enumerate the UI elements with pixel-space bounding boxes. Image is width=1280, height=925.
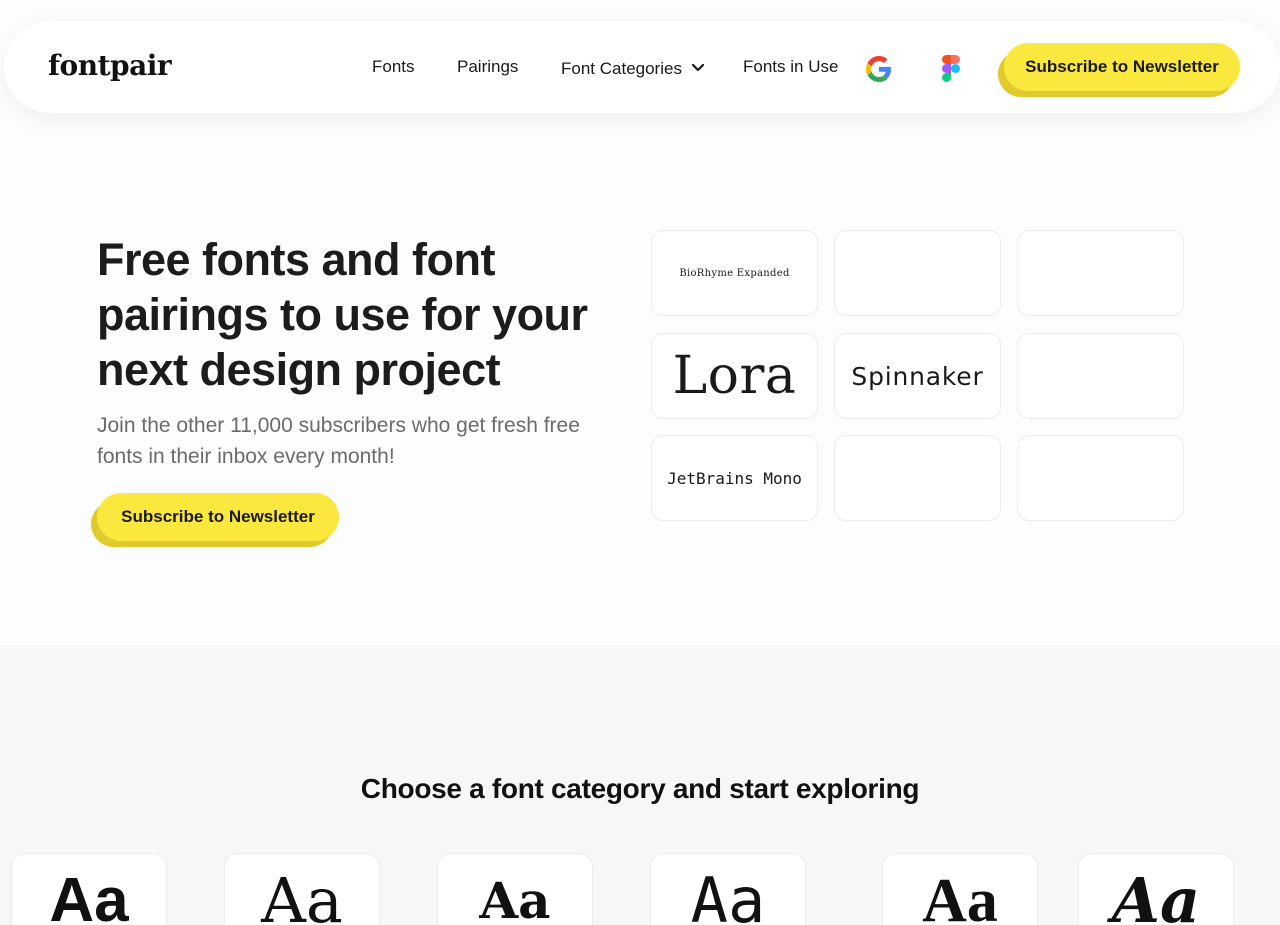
nav-pairings-link[interactable]: Pairings [457, 57, 518, 77]
categories-title: Choose a font category and start explori… [360, 773, 920, 804]
nav-fonts-link[interactable]: Fonts [372, 57, 415, 77]
nav-font-categories-label: Font Categories [561, 59, 682, 78]
category-sample: Aa [261, 864, 343, 925]
font-tile-label: Spinnaker [851, 361, 984, 391]
header-subscribe-button-wrap: Subscribe to Newsletter [998, 43, 1242, 99]
hero-subtitle: Join the other 11,000 subscribers who ge… [97, 414, 580, 468]
category-sample: Aa [49, 866, 129, 925]
font-tile-biorhyme-expanded[interactable]: BioRhyme Expanded [651, 230, 818, 316]
category-card[interactable]: Aa [882, 853, 1038, 925]
font-tile-label: BioRhyme Expanded [679, 267, 790, 279]
nav-fonts-in-use-link[interactable]: Fonts in Use [743, 57, 838, 77]
font-tile[interactable] [1017, 435, 1184, 521]
font-tile[interactable] [1017, 333, 1184, 419]
fontpair-logo[interactable]: fontpair [48, 49, 172, 82]
figma-icon[interactable] [942, 55, 960, 82]
category-card[interactable]: Aa [11, 853, 167, 925]
category-sample: Aa [690, 864, 766, 925]
category-sample: Aa [479, 871, 551, 925]
font-tile[interactable] [834, 435, 1001, 521]
category-card[interactable]: Aa [437, 853, 593, 925]
chevron-down-icon [691, 57, 705, 77]
font-tile-label: JetBrains Mono [667, 468, 802, 488]
hero-title: Free fonts and font pairings to use for … [97, 234, 588, 395]
top-navbar: fontpair Fonts Pairings Font Categories … [4, 21, 1280, 113]
font-tile-spinnaker[interactable]: Spinnaker [834, 333, 1001, 419]
font-categories-section: Choose a font category and start explori… [0, 645, 1280, 925]
hero-subscribe-button[interactable]: Subscribe to Newsletter [97, 493, 339, 541]
hero-subscribe-button-wrap: Subscribe to Newsletter [91, 493, 341, 549]
font-tile[interactable] [1017, 230, 1184, 316]
header-subscribe-button[interactable]: Subscribe to Newsletter [1004, 43, 1240, 91]
font-tile-lora[interactable]: Lora [651, 333, 818, 419]
font-tile[interactable] [834, 230, 1001, 316]
nav-font-categories-dropdown[interactable]: Font Categories [561, 57, 705, 79]
google-icon[interactable] [866, 56, 892, 82]
category-card[interactable]: Aa [1078, 853, 1234, 925]
font-tile-jetbrains-mono[interactable]: JetBrains Mono [651, 435, 818, 521]
category-sample: Aa [1111, 864, 1201, 925]
category-card[interactable]: Aa [224, 853, 380, 925]
category-card[interactable]: Aa [650, 853, 806, 925]
category-sample: Aa [922, 867, 998, 925]
font-tile-label: Lora [672, 346, 797, 406]
